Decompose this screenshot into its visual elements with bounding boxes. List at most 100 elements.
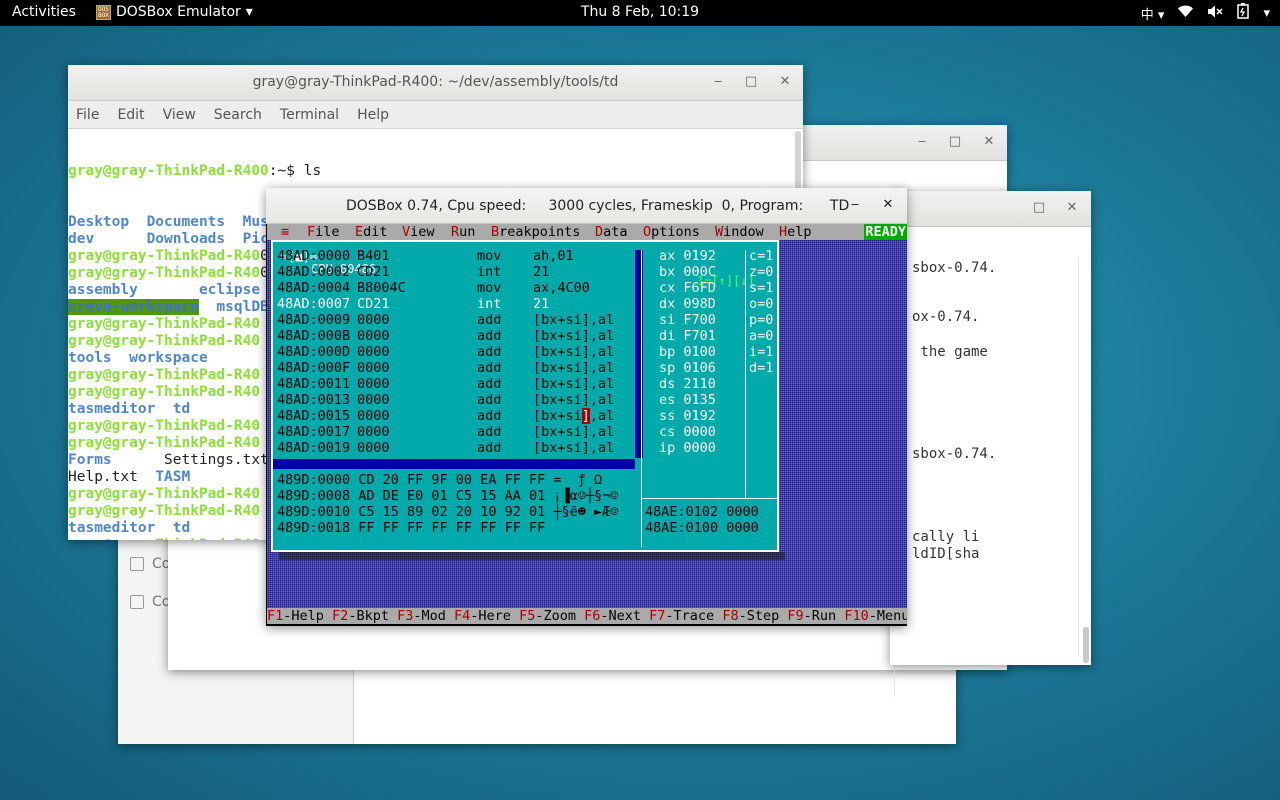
menu-help[interactable]: Help <box>357 107 389 123</box>
register-row[interactable]: ds 2110 <box>659 376 716 392</box>
app-menu-button[interactable]: DOS BOX DOSBox Emulator ▾ <box>96 4 253 20</box>
titlebar[interactable]: gray@gray-ThinkPad-R400: ~/dev/assembly/… <box>68 65 803 101</box>
function-key-f6[interactable]: F6-Next <box>584 608 641 624</box>
function-key-f3[interactable]: F3-Mod <box>397 608 446 624</box>
register-row[interactable]: ax 0192 <box>659 248 716 264</box>
divider <box>745 250 746 498</box>
register-row[interactable]: cx F6FD <box>659 280 716 296</box>
chevron-down-icon[interactable]: ▾ <box>1263 6 1270 21</box>
wifi-icon[interactable] <box>1178 5 1194 22</box>
dump-row[interactable]: 489D:0018 FF FF FF FF FF FF FF FF <box>277 520 545 536</box>
clock[interactable]: Thu 8 Feb, 10:19 <box>581 4 699 20</box>
minimize-button[interactable]: ‒ <box>912 134 932 149</box>
register-row[interactable]: bx 000C <box>659 264 716 280</box>
editor-line: ldID[sha <box>912 546 980 562</box>
flag-row[interactable]: a=0 <box>749 328 773 344</box>
dump-row[interactable]: 489D:0000 CD 20 FF 9F 00 EA FF FF = ƒ Ω <box>277 472 602 488</box>
drive-icon <box>130 595 144 609</box>
flag-row[interactable]: z=0 <box>749 264 773 280</box>
sidebar-item[interactable]: Co <box>130 556 170 572</box>
td-menu-item[interactable]: Breakpoints <box>491 224 580 240</box>
volume-muted-icon[interactable] <box>1207 5 1223 22</box>
close-button[interactable]: ✕ <box>878 197 898 212</box>
dump-row[interactable]: 489D:0008 AD DE E0 01 C5 15 AA 01 ¡▐α☺┼§… <box>277 488 618 504</box>
disassembly-hscrollbar[interactable] <box>273 459 635 469</box>
register-row[interactable]: ss 0192 <box>659 408 716 424</box>
dump-row[interactable]: 489D:0010 C5 15 89 02 20 10 92 01 ┼§ë☻ ►… <box>277 504 618 520</box>
window-shadow <box>279 552 785 560</box>
cpu-window[interactable]: ═[■]═ CPU 80486 1=[↑][↓] 48AD:0000 B401 mo… <box>271 240 779 552</box>
menu-file[interactable]: File <box>76 107 99 123</box>
maximize-button[interactable]: □ <box>741 74 761 89</box>
dos-screen[interactable]: ≡ File Edit View Run Breakpoints Data Options Wi… <box>267 224 907 624</box>
battery-charging-icon[interactable] <box>1237 3 1250 23</box>
td-menubar: ≡ File Edit View Run Breakpoints Data Options Wi… <box>267 224 907 240</box>
close-button[interactable]: ✕ <box>775 74 795 89</box>
td-menu-item[interactable]: Edit <box>355 224 388 240</box>
dosbox-window[interactable]: DOSBox 0.74, Cpu speed: 3000 cycles, Fra… <box>266 188 907 626</box>
function-key-f9[interactable]: F9-Run <box>787 608 836 624</box>
editor-window[interactable]: □ ✕ sbox-0.74. ox-0.74. the game sbox-0.… <box>890 191 1091 665</box>
menu-view[interactable]: View <box>163 107 196 123</box>
sidebar-item[interactable]: Co <box>130 594 170 610</box>
editor-content[interactable]: sbox-0.74. ox-0.74. the game sbox-0.74. … <box>890 227 1091 665</box>
maximize-button[interactable]: □ <box>945 134 965 149</box>
menu-edit[interactable]: Edit <box>117 107 144 123</box>
minimize-button[interactable]: ‒ <box>845 197 865 212</box>
close-button[interactable]: ✕ <box>1062 200 1082 215</box>
titlebar[interactable]: DOSBox 0.74, Cpu speed: 3000 cycles, Fra… <box>266 188 907 224</box>
activities-button[interactable]: Activities <box>12 4 76 20</box>
editor-line: cally li <box>912 529 980 545</box>
function-key-f10[interactable]: F10-Menu <box>844 608 907 624</box>
td-menu-item[interactable]: Window <box>715 224 764 240</box>
register-row[interactable]: sp 0106 <box>659 360 716 376</box>
menu-search[interactable]: Search <box>214 107 262 123</box>
flag-row[interactable]: p=0 <box>749 312 773 328</box>
close-button[interactable]: ✕ <box>979 134 999 149</box>
app-menu-label: DOSBox Emulator <box>116 4 241 20</box>
divider <box>1078 257 1079 657</box>
flag-row[interactable]: c=1 <box>749 248 773 264</box>
function-key-bar: F1-Help F2-Bkpt F3-Mod F4-Here F5-Zoom F… <box>267 608 907 624</box>
function-key-f5[interactable]: F5-Zoom <box>519 608 576 624</box>
maximize-button[interactable]: □ <box>1029 200 1049 215</box>
status-area[interactable]: 中 ▾ ▾ <box>1141 3 1270 23</box>
flag-row[interactable]: s=1 <box>749 280 773 296</box>
scrollbar[interactable] <box>1083 627 1089 663</box>
minimize-button[interactable]: ‒ <box>708 74 728 89</box>
input-method-indicator[interactable]: 中 ▾ <box>1141 4 1165 23</box>
function-key-f7[interactable]: F7-Trace <box>649 608 714 624</box>
top-bar: Activities DOS BOX DOSBox Emulator ▾ Thu… <box>0 0 1280 26</box>
register-row[interactable]: di F701 <box>659 328 716 344</box>
register-row[interactable]: bp 0100 <box>659 344 716 360</box>
terminal-menubar: File Edit View Search Terminal Help <box>68 101 803 129</box>
stack-row[interactable]: 48AE:0100 0000 <box>645 520 759 536</box>
function-key-f1[interactable]: F1-Help <box>267 608 324 624</box>
td-menu-item[interactable]: Run <box>451 224 475 240</box>
flag-row[interactable]: d=1 <box>749 360 773 376</box>
flag-row[interactable]: i=1 <box>749 344 773 360</box>
td-menu-item[interactable]: Help <box>779 224 812 240</box>
editor-line: the game <box>912 344 988 360</box>
td-menu-item[interactable]: Options <box>643 224 700 240</box>
computer-icon <box>130 557 144 571</box>
stack-row[interactable]: 48AE:0102 0000 <box>645 504 759 520</box>
td-menu-item[interactable]: View <box>402 224 435 240</box>
function-key-f2[interactable]: F2-Bkpt <box>332 608 389 624</box>
function-key-f8[interactable]: F8-Step <box>722 608 779 624</box>
register-row[interactable]: ip 0000 <box>659 440 716 456</box>
td-menu-item[interactable]: Data <box>595 224 628 240</box>
flag-row[interactable]: o=0 <box>749 296 773 312</box>
register-row[interactable]: es 0135 <box>659 392 716 408</box>
register-row[interactable]: si F700 <box>659 312 716 328</box>
register-row[interactable]: dx 098D <box>659 296 716 312</box>
menu-terminal[interactable]: Terminal <box>280 107 339 123</box>
td-menu-item[interactable]: ≡ <box>281 224 289 240</box>
window-title: gray@gray-ThinkPad-R400: ~/dev/assembly/… <box>252 74 619 90</box>
td-menu-item[interactable]: File <box>307 224 340 240</box>
function-key-f4[interactable]: F4-Here <box>454 608 511 624</box>
register-row[interactable]: cs 0000 <box>659 424 716 440</box>
window-title: DOSBox 0.74, Cpu speed: 3000 cycles, Fra… <box>346 198 850 214</box>
titlebar[interactable]: □ ✕ <box>890 191 1091 227</box>
dosbox-app-icon: DOS BOX <box>96 4 111 20</box>
